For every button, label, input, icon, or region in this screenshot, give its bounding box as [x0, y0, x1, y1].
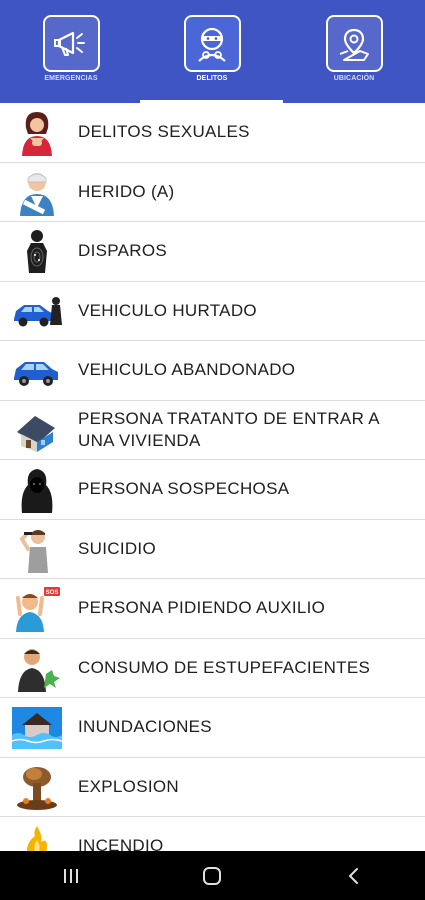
tab-delitos[interactable]: DELITOS: [141, 0, 283, 103]
map-pin-icon: [325, 15, 383, 72]
top-tab-bar: EMERGENCIAS DELITOS UBICACIÓN: [0, 0, 425, 103]
list-item[interactable]: VEHICULO HURTADO: [0, 282, 425, 341]
home-icon[interactable]: [182, 856, 242, 896]
drug-use-icon: [12, 643, 62, 693]
incident-list[interactable]: DELITOS SEXUALES HERIDO (A) DISPAROS VEH…: [0, 103, 425, 851]
house-break-in-icon: [12, 405, 62, 455]
tab-label: DELITOS: [196, 75, 228, 82]
list-item[interactable]: VEHICULO ABANDONADO: [0, 341, 425, 401]
svg-text:SOS: SOS: [46, 590, 59, 596]
sos-person-icon: SOS: [12, 583, 62, 633]
injured-person-icon: [12, 167, 62, 217]
flooded-house-icon: [12, 702, 62, 752]
list-item[interactable]: EXPLOSION: [0, 758, 425, 817]
list-item-label: INCENDIO: [78, 836, 164, 851]
list-item[interactable]: CONSUMO DE ESTUPEFACIENTES: [0, 639, 425, 698]
tab-ubicacion[interactable]: UBICACIÓN: [283, 0, 425, 103]
list-item[interactable]: PERSONA TRATANTO DE ENTRAR A UNA VIVIEND…: [0, 401, 425, 460]
list-item[interactable]: SUICIDIO: [0, 520, 425, 579]
list-item[interactable]: PERSONA SOSPECHOSA: [0, 460, 425, 520]
abandoned-car-icon: [12, 345, 62, 395]
thief-mask-icon: [183, 15, 241, 72]
recent-apps-icon[interactable]: [41, 856, 101, 896]
explosion-icon: [12, 762, 62, 812]
list-item-label: CONSUMO DE ESTUPEFACIENTES: [78, 657, 371, 677]
distressed-woman-icon: [12, 107, 62, 157]
tab-label: EMERGENCIAS: [44, 75, 98, 82]
list-item[interactable]: DELITOS SEXUALES: [0, 103, 425, 163]
list-item[interactable]: HERIDO (A): [0, 163, 425, 222]
fire-icon: [12, 821, 62, 851]
back-icon[interactable]: [324, 856, 384, 896]
list-item-label: PERSONA SOSPECHOSA: [78, 479, 290, 499]
system-nav-bar: [0, 851, 425, 900]
list-item[interactable]: SOS PERSONA PIDIENDO AUXILIO: [0, 579, 425, 639]
list-item-label: SUICIDIO: [78, 538, 156, 558]
list-item-label: HERIDO (A): [78, 181, 175, 201]
tab-emergencias[interactable]: EMERGENCIAS: [0, 0, 142, 103]
list-item-label: EXPLOSION: [78, 776, 179, 796]
shooting-target-icon: [12, 226, 62, 276]
list-item-label: INUNDACIONES: [78, 717, 212, 737]
list-item-label: DISPAROS: [78, 241, 167, 261]
list-item-label: DELITOS SEXUALES: [78, 122, 250, 142]
hooded-person-icon: [12, 464, 62, 514]
list-item[interactable]: INUNDACIONES: [0, 698, 425, 758]
stolen-car-icon: [12, 286, 62, 336]
list-item-label: PERSONA PIDIENDO AUXILIO: [78, 598, 326, 618]
list-item-label: PERSONA TRATANTO DE ENTRAR A UNA VIVIEND…: [78, 408, 379, 450]
gun-to-head-icon: [12, 524, 62, 574]
list-item-label: VEHICULO ABANDONADO: [78, 360, 296, 380]
list-item-label: VEHICULO HURTADO: [78, 300, 257, 320]
list-item[interactable]: INCENDIO: [0, 817, 425, 851]
tab-label: UBICACIÓN: [333, 75, 375, 82]
megaphone-icon: [42, 15, 100, 72]
list-item[interactable]: DISPAROS: [0, 222, 425, 282]
